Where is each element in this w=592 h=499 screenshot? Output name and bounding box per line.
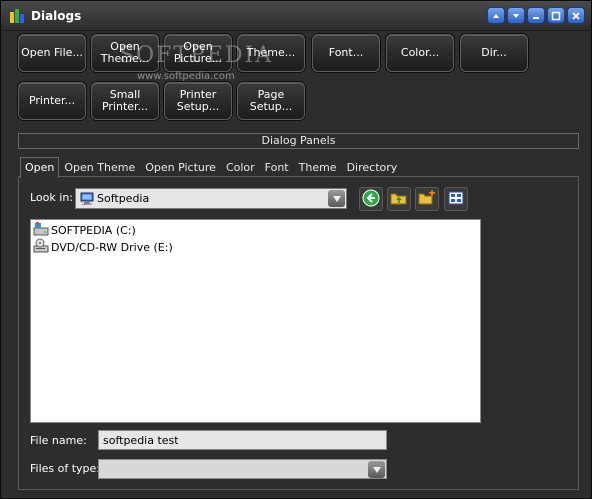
open-theme-button[interactable]: Open Theme... — [91, 34, 159, 72]
back-button[interactable] — [359, 187, 383, 211]
file-name: DVD/CD-RW Drive (E:) — [51, 240, 173, 254]
file-name: SOFTPEDIA (C:) — [51, 223, 136, 237]
watermark-url: www.softpedia.com — [137, 71, 235, 82]
file-type-label: Files of type: — [30, 462, 101, 475]
look-in-combo[interactable]: Softpedia — [75, 188, 347, 209]
up-folder-button[interactable] — [387, 187, 411, 211]
view-menu-icon — [447, 189, 465, 210]
page-setup-button[interactable]: Page Setup... — [237, 82, 305, 120]
printer-setup-button[interactable]: Printer Setup... — [164, 82, 232, 120]
tab-open-theme[interactable]: Open Theme — [59, 157, 140, 177]
dir-button[interactable]: Dir... — [460, 34, 528, 72]
new-folder-icon — [418, 189, 436, 210]
app-icon — [9, 8, 25, 24]
dialog-panels-header: Dialog Panels — [18, 133, 579, 149]
tab-bar: Open Open Theme Open Picture Color Font … — [20, 157, 403, 178]
cd-drive-icon — [33, 238, 51, 257]
minimize-icon[interactable] — [527, 7, 545, 24]
tab-directory[interactable]: Directory — [342, 157, 403, 177]
chevron-down-icon[interactable] — [328, 190, 345, 207]
list-item[interactable]: SOFTPEDIA (C:) — [33, 221, 136, 238]
title-bar[interactable]: Dialogs — [1, 1, 591, 31]
file-name-label: File name: — [30, 434, 87, 447]
tab-open-picture[interactable]: Open Picture — [140, 157, 221, 177]
look-in-value: Softpedia — [97, 192, 150, 205]
printer-button[interactable]: Printer... — [18, 82, 86, 120]
tab-open[interactable]: Open — [20, 157, 60, 178]
restore-up-icon[interactable] — [487, 7, 505, 24]
up-folder-icon — [390, 189, 408, 210]
maximize-icon[interactable] — [547, 7, 565, 24]
view-menu-button[interactable] — [444, 187, 468, 211]
small-printer-button[interactable]: Small Printer... — [91, 82, 159, 120]
look-in-label: Look in: — [30, 191, 73, 204]
window-title: Dialogs — [31, 9, 82, 23]
close-icon[interactable] — [567, 7, 585, 24]
theme-button[interactable]: Theme... — [237, 34, 305, 72]
computer-icon — [80, 192, 94, 206]
file-list[interactable]: SOFTPEDIA (C:) DVD/CD-RW Drive (E:) — [30, 219, 481, 423]
open-file-button[interactable]: Open File... — [18, 34, 86, 72]
back-icon — [362, 189, 380, 210]
tab-font[interactable]: Font — [260, 157, 294, 177]
new-folder-button[interactable] — [415, 187, 439, 211]
file-type-combo[interactable] — [98, 459, 387, 479]
open-picture-button[interactable]: Open Picture... — [164, 34, 232, 72]
tab-theme[interactable]: Theme — [294, 157, 342, 177]
file-name-input[interactable] — [98, 430, 387, 450]
restore-down-icon[interactable] — [507, 7, 525, 24]
list-item[interactable]: DVD/CD-RW Drive (E:) — [33, 238, 173, 257]
font-button[interactable]: Font... — [312, 34, 380, 72]
dialogs-window: Dialogs Open File... Open Theme... Open … — [0, 0, 592, 499]
chevron-down-icon[interactable] — [368, 461, 385, 478]
window-controls — [487, 7, 585, 24]
color-button[interactable]: Color... — [386, 34, 454, 72]
tab-color[interactable]: Color — [221, 157, 260, 177]
